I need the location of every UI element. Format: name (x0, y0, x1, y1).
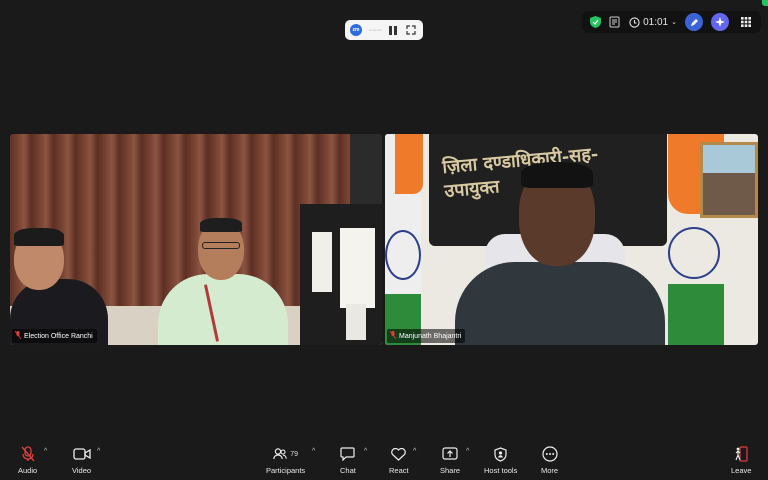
share-button[interactable]: Share (440, 446, 460, 475)
window-frame (350, 134, 382, 204)
status-indicator (762, 0, 768, 6)
top-right-controls: 01:01 ⌄ (582, 11, 761, 33)
ashoka-chakra-right (668, 227, 720, 279)
muted-mic-icon (389, 330, 397, 341)
muted-mic-icon (14, 330, 22, 341)
participants-button[interactable]: 79 Participants (266, 446, 305, 475)
shield-icon (494, 446, 507, 462)
flag-left-saffron (395, 134, 423, 194)
participant-name-tag: Election Office Ranchi (12, 329, 97, 343)
heart-icon (391, 446, 407, 462)
annotate-pen-icon[interactable] (685, 13, 703, 31)
participant-count: 79 (290, 450, 298, 458)
muted-mic-icon (21, 446, 35, 462)
framed-portrait (700, 142, 758, 218)
flag-right-green (668, 284, 724, 345)
more-dots-icon (541, 446, 558, 462)
participant-name: Election Office Ranchi (24, 332, 93, 340)
share-options-caret-icon[interactable]: ^ (466, 448, 469, 455)
apps-grid-icon[interactable] (737, 13, 755, 31)
person-1-hair (14, 228, 64, 246)
share-screen-icon (442, 446, 458, 462)
audio-options-caret-icon[interactable]: ^ (44, 448, 47, 455)
leave-button[interactable]: Leave (731, 446, 751, 475)
participant-name: Manjunath Bhajantri (399, 332, 462, 340)
person-2-body (158, 274, 288, 345)
timer-text: 01:01 (643, 16, 669, 28)
audio-button[interactable]: Audio (18, 446, 37, 475)
react-button[interactable]: React (389, 446, 409, 475)
notice-paper-1 (312, 232, 332, 292)
meeting-toolbar: Audio ^ Video ^ 79 Participants ^ Chat ^… (0, 440, 768, 480)
video-tile-election-office[interactable]: Election Office Ranchi (10, 134, 382, 345)
meeting-info-icon[interactable] (609, 16, 621, 28)
chat-button[interactable]: Chat (340, 446, 356, 475)
zoom-logo-icon: zm (350, 24, 362, 36)
meeting-timer[interactable]: 01:01 ⌄ (629, 17, 677, 28)
ai-companion-icon[interactable] (711, 13, 729, 31)
leave-exit-icon (733, 446, 749, 462)
video-options-caret-icon[interactable]: ^ (97, 448, 100, 455)
chat-bubble-icon (340, 446, 356, 462)
notice-paper-2 (340, 228, 375, 308)
chat-options-caret-icon[interactable]: ^ (364, 448, 367, 455)
person-2-hair (200, 218, 242, 232)
video-tile-manjunath[interactable]: ज़िला दण्डाधिकारी-सह-उपायुक्त Manjunath … (385, 134, 758, 345)
participant-name-tag: Manjunath Bhajantri (387, 329, 466, 343)
chevron-down-icon: ⌄ (671, 19, 677, 26)
clock-icon (629, 16, 640, 28)
person-body (455, 262, 665, 345)
video-camera-icon (72, 446, 91, 462)
expand-icon[interactable] (405, 24, 417, 36)
video-button[interactable]: Video (72, 446, 91, 475)
host-tools-button[interactable]: Host tools (484, 446, 517, 475)
encryption-shield-icon[interactable] (590, 16, 602, 28)
notice-paper-3 (346, 304, 366, 340)
person-2-glasses (202, 242, 240, 249)
person-hair (521, 162, 593, 188)
ashoka-chakra-left (385, 230, 421, 280)
react-options-caret-icon[interactable]: ^ (413, 448, 416, 455)
participants-options-caret-icon[interactable]: ^ (312, 448, 315, 455)
participants-icon (273, 448, 287, 460)
recording-control-pill[interactable]: zm ·········· (345, 20, 423, 40)
audio-level-dots: ·········· (368, 26, 382, 34)
pause-icon[interactable] (387, 24, 399, 36)
more-button[interactable]: More (541, 446, 558, 475)
